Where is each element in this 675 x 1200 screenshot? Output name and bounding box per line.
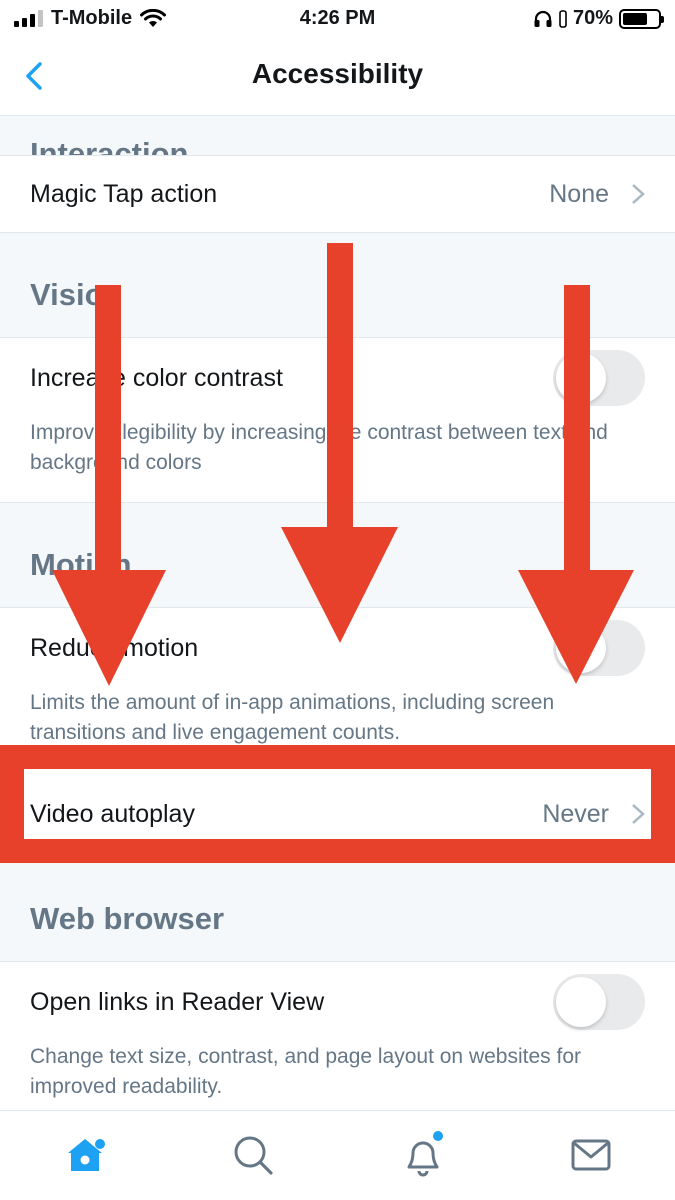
magic-tap-value: None	[549, 179, 609, 208]
status-bar: T-Mobile 4:26 PM 70%	[0, 0, 675, 38]
reader-view-label: Open links in Reader View	[30, 987, 325, 1016]
home-unread-dot	[95, 1139, 105, 1149]
reader-view-description: Change text size, contrast, and page lay…	[30, 1045, 581, 1098]
reader-view-row: Open links in Reader View Change text si…	[0, 961, 675, 1110]
page-title: Accessibility	[251, 58, 424, 89]
battery-percent: 70%	[572, 7, 613, 29]
chevron-right-icon	[632, 184, 645, 204]
reduce-motion-description: Limits the amount of in-app animations, …	[30, 691, 555, 744]
reduce-motion-label: Reduce motion	[30, 633, 199, 662]
section-header-interaction: Interaction	[0, 117, 675, 155]
orientation-lock-icon	[559, 9, 567, 28]
headphones-icon	[534, 10, 552, 27]
contrast-row: Increase color contrast Improves legibil…	[0, 337, 675, 503]
video-autoplay-value: Never	[542, 799, 609, 828]
battery-icon	[619, 8, 664, 29]
section-header-web-browser: Web browser	[0, 855, 675, 961]
nav-bar: Accessibility	[0, 38, 675, 116]
video-autoplay-row[interactable]: Video autoplay Never	[0, 774, 675, 855]
reader-view-toggle[interactable]	[553, 974, 645, 1030]
chevron-right-icon	[632, 804, 645, 824]
magic-tap-row[interactable]: Magic Tap action None	[0, 155, 675, 233]
reduce-motion-row: Reduce motion Limits the amount of in-ap…	[0, 607, 675, 774]
messages-icon[interactable]	[569, 1133, 613, 1177]
section-header-vision: Vision	[0, 233, 675, 337]
search-icon[interactable]	[231, 1133, 275, 1177]
contrast-label: Increase color contrast	[30, 363, 283, 392]
contrast-description: Improves legibility by increasing the co…	[30, 421, 608, 474]
section-header-motion: Motion	[0, 503, 675, 607]
video-autoplay-label: Video autoplay	[30, 799, 195, 828]
tab-bar	[0, 1110, 675, 1200]
notifications-unread-dot	[433, 1131, 443, 1141]
reduce-motion-toggle[interactable]	[553, 620, 645, 676]
contrast-toggle[interactable]	[553, 350, 645, 406]
magic-tap-label: Magic Tap action	[30, 179, 218, 208]
settings-list: Interaction Magic Tap action None Vision…	[0, 117, 675, 1110]
